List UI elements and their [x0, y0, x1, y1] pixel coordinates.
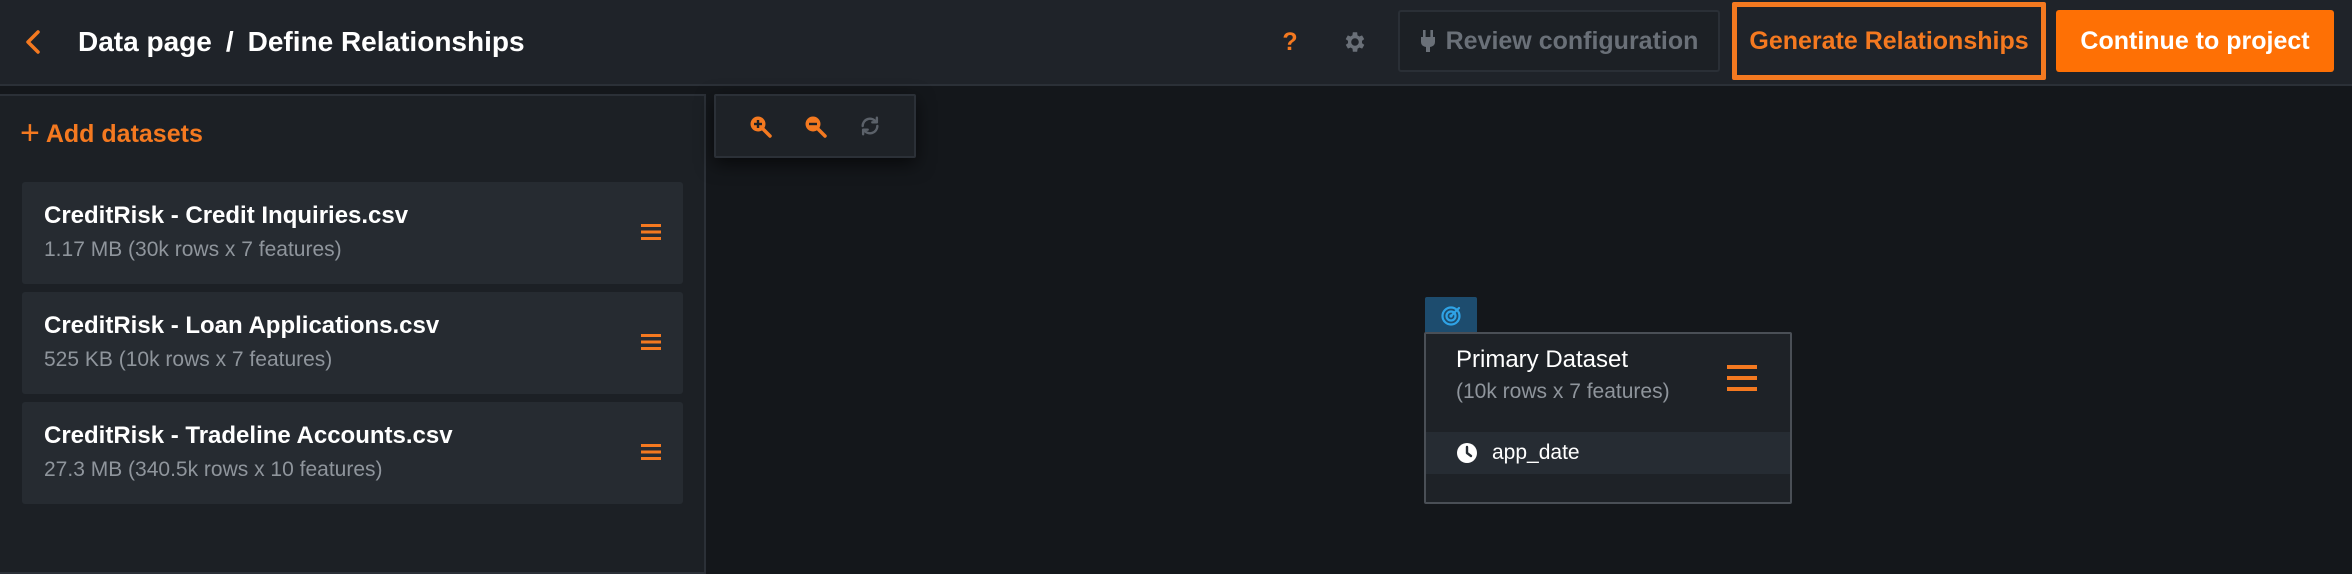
- dataset-meta: 525 KB (10k rows x 7 features): [44, 348, 333, 371]
- zoom-in-icon: [750, 116, 772, 138]
- zoom-in-button[interactable]: [745, 111, 775, 141]
- dataset-menu-button[interactable]: [639, 440, 663, 464]
- dataset-meta: 1.17 MB (30k rows x 7 features): [44, 238, 342, 261]
- help-button[interactable]: ?: [1272, 24, 1308, 60]
- dataset-card[interactable]: CreditRisk - Credit Inquiries.csv 1.17 M…: [22, 182, 683, 284]
- primary-dataset-subtitle: (10k rows x 7 features): [1456, 380, 1670, 403]
- continue-to-project-label: Continue to project: [2080, 26, 2310, 55]
- dataset-name: CreditRisk - Tradeline Accounts.csv: [44, 422, 453, 449]
- zoom-out-icon: [805, 116, 827, 138]
- zoom-out-button[interactable]: [800, 111, 830, 141]
- zoom-toolbar: [714, 94, 916, 158]
- refresh-icon: [861, 116, 879, 136]
- continue-to-project-button[interactable]: Continue to project: [2056, 10, 2334, 72]
- clock-icon: [1457, 443, 1477, 463]
- top-bar: Data page / Define Relationships ? Revie…: [0, 0, 2352, 86]
- feature-name: app_date: [1492, 441, 1580, 464]
- datasets-sidebar: + Add datasets CreditRisk - Credit Inqui…: [0, 94, 706, 574]
- dataset-card[interactable]: CreditRisk - Loan Applications.csv 525 K…: [22, 292, 683, 394]
- back-button[interactable]: [18, 27, 48, 57]
- dataset-card[interactable]: CreditRisk - Tradeline Accounts.csv 27.3…: [22, 402, 683, 504]
- plus-icon: +: [20, 113, 40, 152]
- generate-relationships-label: Generate Relationships: [1749, 26, 2029, 55]
- primary-dataset-node[interactable]: Primary Dataset (10k rows x 7 features) …: [1424, 332, 1792, 504]
- help-icon: ?: [1282, 27, 1298, 56]
- review-configuration-button[interactable]: Review configuration: [1398, 10, 1720, 72]
- add-datasets-button[interactable]: + Add datasets: [20, 116, 203, 152]
- breadcrumb-separator: /: [225, 26, 234, 57]
- chevron-left-icon: [26, 30, 40, 54]
- add-datasets-label: Add datasets: [45, 119, 203, 148]
- primary-dataset-menu-button[interactable]: [1726, 362, 1758, 394]
- reset-view-button[interactable]: [855, 111, 885, 141]
- primary-dataset-title: Primary Dataset: [1456, 346, 1629, 373]
- dataset-menu-button[interactable]: [639, 220, 663, 244]
- target-icon: [1441, 305, 1461, 326]
- generate-relationships-button[interactable]: Generate Relationships: [1732, 2, 2046, 80]
- review-configuration-label: Review configuration: [1445, 26, 1699, 55]
- feature-row[interactable]: app_date: [1426, 432, 1790, 474]
- settings-button[interactable]: [1337, 24, 1373, 60]
- dataset-name: CreditRisk - Loan Applications.csv: [44, 312, 440, 339]
- breadcrumb: Data page / Define Relationships: [78, 24, 525, 60]
- dataset-menu-button[interactable]: [639, 330, 663, 354]
- hamburger-icon: [641, 224, 661, 240]
- hamburger-icon: [641, 334, 661, 350]
- page-title: Define Relationships: [247, 26, 525, 57]
- breadcrumb-parent[interactable]: Data page: [78, 26, 212, 58]
- hamburger-icon: [641, 444, 661, 460]
- dataset-name: CreditRisk - Credit Inquiries.csv: [44, 202, 409, 229]
- primary-target-tab: [1425, 297, 1477, 334]
- plug-icon: [1420, 30, 1435, 52]
- gear-icon: [1345, 32, 1365, 52]
- dataset-meta: 27.3 MB (340.5k rows x 10 features): [44, 458, 383, 481]
- hamburger-icon: [1727, 365, 1757, 391]
